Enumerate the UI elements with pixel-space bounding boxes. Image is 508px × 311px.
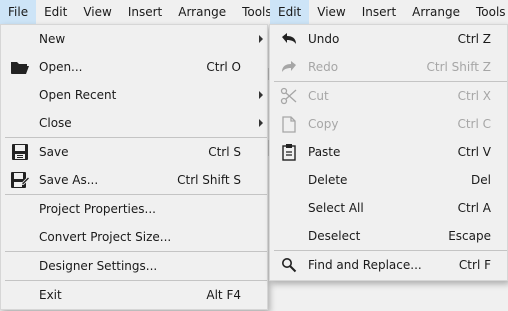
redo-shortcut: Ctrl Shift Z: [426, 60, 491, 74]
undo-shortcut: Ctrl Z: [457, 32, 491, 46]
save-shortcut: Ctrl S: [208, 145, 241, 159]
menu-view[interactable]: View: [75, 0, 119, 24]
delete-label: Delete: [308, 173, 348, 187]
paste-shortcut: Ctrl V: [457, 145, 491, 159]
menu-item-open[interactable]: Open... Ctrl O: [1, 53, 267, 81]
select-all-label: Select All: [308, 201, 364, 215]
clipboard-icon: [278, 141, 300, 163]
menu-item-save[interactable]: Save Ctrl S: [1, 138, 267, 166]
menu-item-new[interactable]: New: [1, 25, 267, 53]
cut-label: Cut: [308, 89, 329, 103]
folder-open-icon: [9, 56, 31, 78]
save-as-icon: [9, 169, 31, 191]
search-icon: [278, 254, 300, 276]
menu-item-open-recent[interactable]: Open Recent: [1, 81, 267, 109]
menu-bar-secondary: Edit View Insert Arrange Tools: [270, 0, 508, 24]
delete-shortcut: Del: [471, 173, 491, 187]
exit-label: Exit: [39, 288, 62, 302]
redo-label: Redo: [308, 60, 339, 74]
menu-arrange[interactable]: Arrange: [170, 0, 234, 24]
open-shortcut: Ctrl O: [206, 60, 241, 74]
menu-arrange[interactable]: Arrange: [404, 0, 468, 24]
menu-item-delete[interactable]: Delete Del: [270, 166, 507, 194]
menu-insert[interactable]: Insert: [354, 0, 404, 24]
save-label: Save: [39, 145, 69, 159]
copy-label: Copy: [308, 117, 339, 131]
menu-item-deselect[interactable]: Deselect Escape: [270, 222, 507, 250]
menu-edit-open[interactable]: Edit: [270, 0, 310, 24]
menu-item-find-replace[interactable]: Find and Replace... Ctrl F: [270, 251, 507, 279]
menu-item-designer-settings[interactable]: Designer Settings...: [1, 252, 267, 280]
submenu-arrow-icon: [259, 119, 263, 127]
new-label: New: [39, 32, 66, 46]
save-as-shortcut: Ctrl Shift S: [177, 173, 241, 187]
scissors-icon: [278, 85, 300, 107]
deselect-shortcut: Escape: [448, 229, 491, 243]
open-label: Open...: [39, 60, 83, 74]
select-all-shortcut: Ctrl A: [457, 201, 491, 215]
deselect-label: Deselect: [308, 229, 361, 243]
menu-edit[interactable]: Edit: [36, 0, 75, 24]
copy-icon: [278, 113, 300, 135]
redo-icon: [278, 56, 300, 78]
menu-item-cut[interactable]: Cut Ctrl X: [270, 82, 507, 110]
menu-item-convert-project-size[interactable]: Convert Project Size...: [1, 223, 267, 251]
menu-insert[interactable]: Insert: [120, 0, 170, 24]
menu-file[interactable]: File: [0, 0, 37, 24]
menu-item-redo[interactable]: Redo Ctrl Shift Z: [270, 53, 507, 81]
menu-item-select-all[interactable]: Select All Ctrl A: [270, 194, 507, 222]
convert-project-size-label: Convert Project Size...: [39, 230, 172, 244]
menu-item-copy[interactable]: Copy Ctrl C: [270, 110, 507, 138]
open-recent-label: Open Recent: [39, 88, 117, 102]
exit-shortcut: Alt F4: [206, 288, 241, 302]
menu-view[interactable]: View: [309, 0, 353, 24]
undo-label: Undo: [308, 32, 340, 46]
submenu-arrow-icon: [259, 35, 263, 43]
menu-item-close[interactable]: Close: [1, 109, 267, 137]
save-as-label: Save As...: [39, 173, 99, 187]
cut-shortcut: Ctrl X: [457, 89, 491, 103]
designer-settings-label: Designer Settings...: [39, 259, 158, 273]
submenu-arrow-icon: [259, 91, 263, 99]
menu-item-paste[interactable]: Paste Ctrl V: [270, 138, 507, 166]
save-icon: [9, 141, 31, 163]
project-properties-label: Project Properties...: [39, 202, 156, 216]
menu-item-save-as[interactable]: Save As... Ctrl Shift S: [1, 166, 267, 194]
edit-menu: Undo Ctrl Z Redo Ctrl Shift Z Cut Ctrl X…: [269, 24, 508, 281]
close-label: Close: [39, 116, 72, 130]
copy-shortcut: Ctrl C: [457, 117, 491, 131]
menu-item-project-properties[interactable]: Project Properties...: [1, 195, 267, 223]
menu-bar: File Edit View Insert Arrange Tools: [0, 0, 280, 24]
menu-item-exit[interactable]: Exit Alt F4: [1, 281, 267, 309]
find-replace-shortcut: Ctrl F: [458, 258, 491, 272]
paste-label: Paste: [308, 145, 341, 159]
menu-tools[interactable]: Tools: [468, 0, 508, 24]
undo-icon: [278, 28, 300, 50]
file-menu: New Open... Ctrl O Open Recent Close Sav…: [0, 24, 268, 310]
find-replace-label: Find and Replace...: [308, 258, 422, 272]
menu-item-undo[interactable]: Undo Ctrl Z: [270, 25, 507, 53]
